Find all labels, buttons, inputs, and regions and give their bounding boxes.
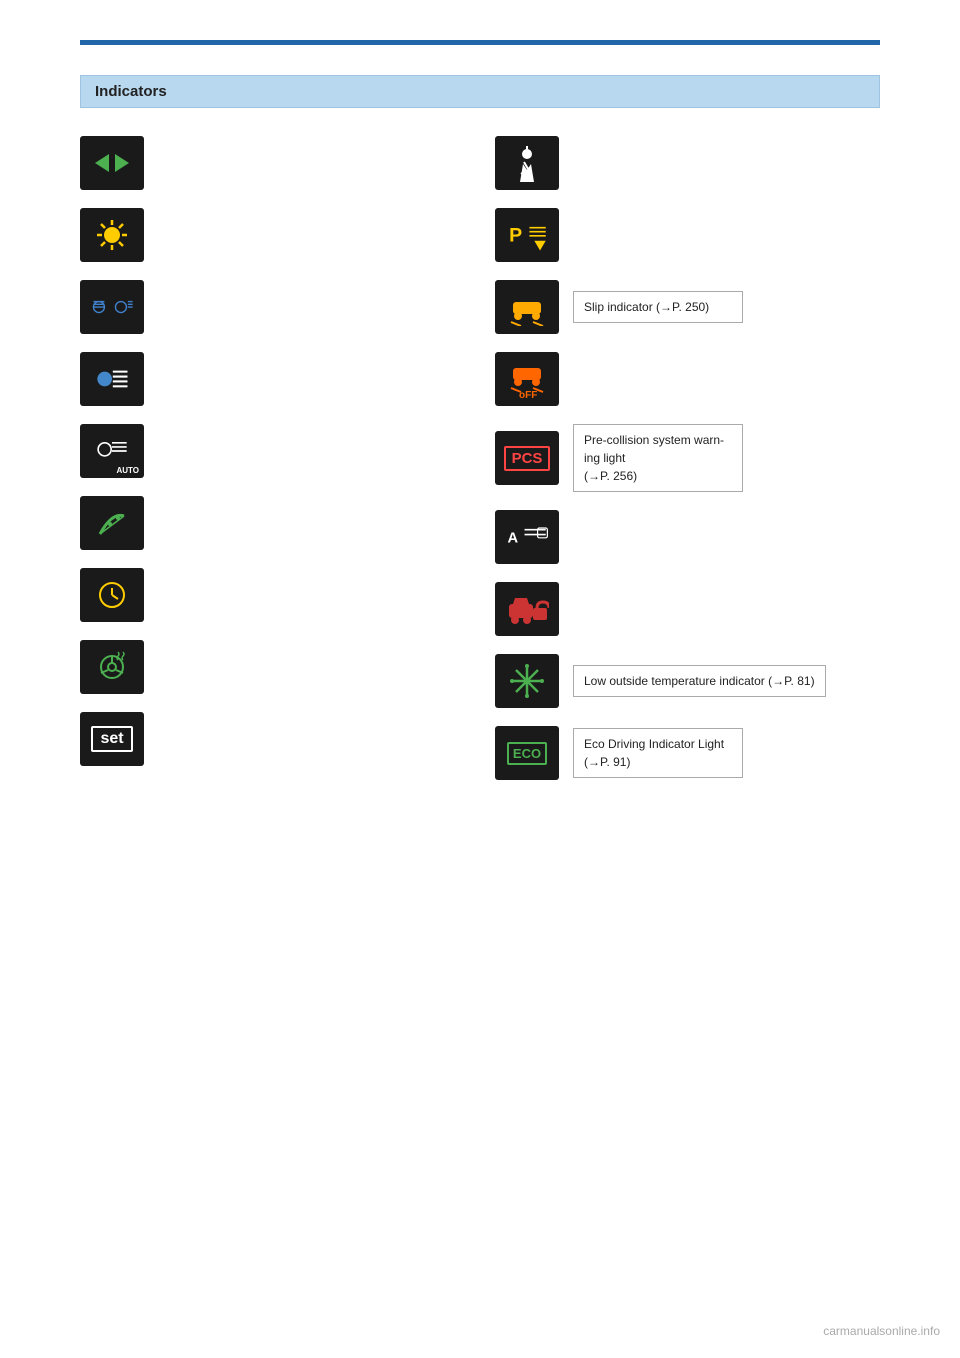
wiper-icon [80, 496, 144, 550]
list-item: P [495, 208, 880, 262]
slip-off-icon: oFF [495, 352, 559, 406]
clock-icon [80, 568, 144, 622]
pcs-icon: PCS [495, 431, 559, 485]
list-item [80, 208, 465, 262]
arrow-right-icon [115, 154, 129, 172]
auto-label: AUTO [116, 466, 139, 475]
watermark: carmanualsonline.info [823, 1324, 940, 1338]
headlight-svg [90, 360, 134, 398]
blue-bar [80, 40, 880, 45]
list-item [80, 496, 465, 550]
callout-temperature: Low outside temperature indicator (→P. 8… [573, 665, 826, 697]
section-header: Indicators [80, 75, 880, 108]
list-item [80, 136, 465, 190]
watermark-text: carmanualsonline.info [823, 1324, 940, 1338]
turn-signal-icon [80, 136, 144, 190]
list-item: oFF [495, 352, 880, 406]
callout-slip: Slip indicator (→P. 250) [573, 291, 743, 323]
pcs-label: PCS [504, 446, 551, 471]
list-item: Low outside temperature indicator (→P. 8… [495, 654, 880, 708]
auto-brake-icon: A [495, 510, 559, 564]
auto-headlight-icon: AUTO [80, 424, 144, 478]
wiper-svg [90, 504, 134, 542]
list-item [80, 280, 465, 334]
slip-icon [495, 280, 559, 334]
callout-temperature-text: Low outside temperature indicator (→P. 8… [584, 674, 815, 688]
seatbelt-svg [505, 144, 549, 182]
callout-pcs-text: Pre-collision system warn-ing light(→P. … [584, 433, 724, 483]
lock-icon [495, 582, 559, 636]
page-container: Indicators [0, 0, 960, 1358]
auto-brake-svg: A [505, 518, 549, 556]
slip-off-svg: oFF [505, 360, 549, 398]
headlight-icon [80, 352, 144, 406]
list-item: Slip indicator (→P. 250) [495, 280, 880, 334]
svg-text:P: P [509, 225, 522, 247]
parking-svg: P [505, 216, 549, 254]
daytime-running-icon [80, 208, 144, 262]
list-item [80, 568, 465, 622]
steering-heater-icon [80, 640, 144, 694]
list-item [495, 136, 880, 190]
seatbelt-icon [495, 136, 559, 190]
temperature-icon [495, 654, 559, 708]
sun-svg [90, 216, 134, 254]
eco-icon: ECO [495, 726, 559, 780]
column-right: P [465, 136, 880, 780]
callout-eco: Eco Driving Indicator Light(→P. 91) [573, 728, 743, 778]
callout-slip-text: Slip indicator (→P. 250) [584, 300, 709, 314]
column-left: AUTO [80, 136, 465, 780]
eco-label: ECO [507, 742, 547, 765]
arrow-left-icon [95, 154, 109, 172]
clock-svg [90, 576, 134, 614]
slip-svg [505, 288, 549, 326]
callout-eco-text: Eco Driving Indicator Light(→P. 91) [584, 737, 724, 769]
indicators-grid: AUTO [80, 136, 880, 780]
beam-svg [90, 288, 134, 326]
list-item [80, 352, 465, 406]
list-item [80, 640, 465, 694]
set-label: set [91, 726, 132, 752]
callout-pcs: Pre-collision system warn-ing light(→P. … [573, 424, 743, 492]
section-label: Indicators [95, 83, 167, 100]
svg-text:A: A [507, 531, 518, 547]
steering-svg [90, 648, 134, 686]
list-item: PCS Pre-collision system warn-ing light(… [495, 424, 880, 492]
set-icon: set [80, 712, 144, 766]
list-item: AUTO [80, 424, 465, 478]
list-item: set [80, 712, 465, 766]
temperature-svg [505, 662, 549, 700]
beam-icon [80, 280, 144, 334]
list-item: A [495, 510, 880, 564]
svg-text:oFF: oFF [519, 390, 537, 398]
list-item [495, 582, 880, 636]
lock-svg [505, 590, 549, 628]
auto-headlight-svg [90, 432, 134, 470]
parking-icon: P [495, 208, 559, 262]
list-item: ECO Eco Driving Indicator Light(→P. 91) [495, 726, 880, 780]
